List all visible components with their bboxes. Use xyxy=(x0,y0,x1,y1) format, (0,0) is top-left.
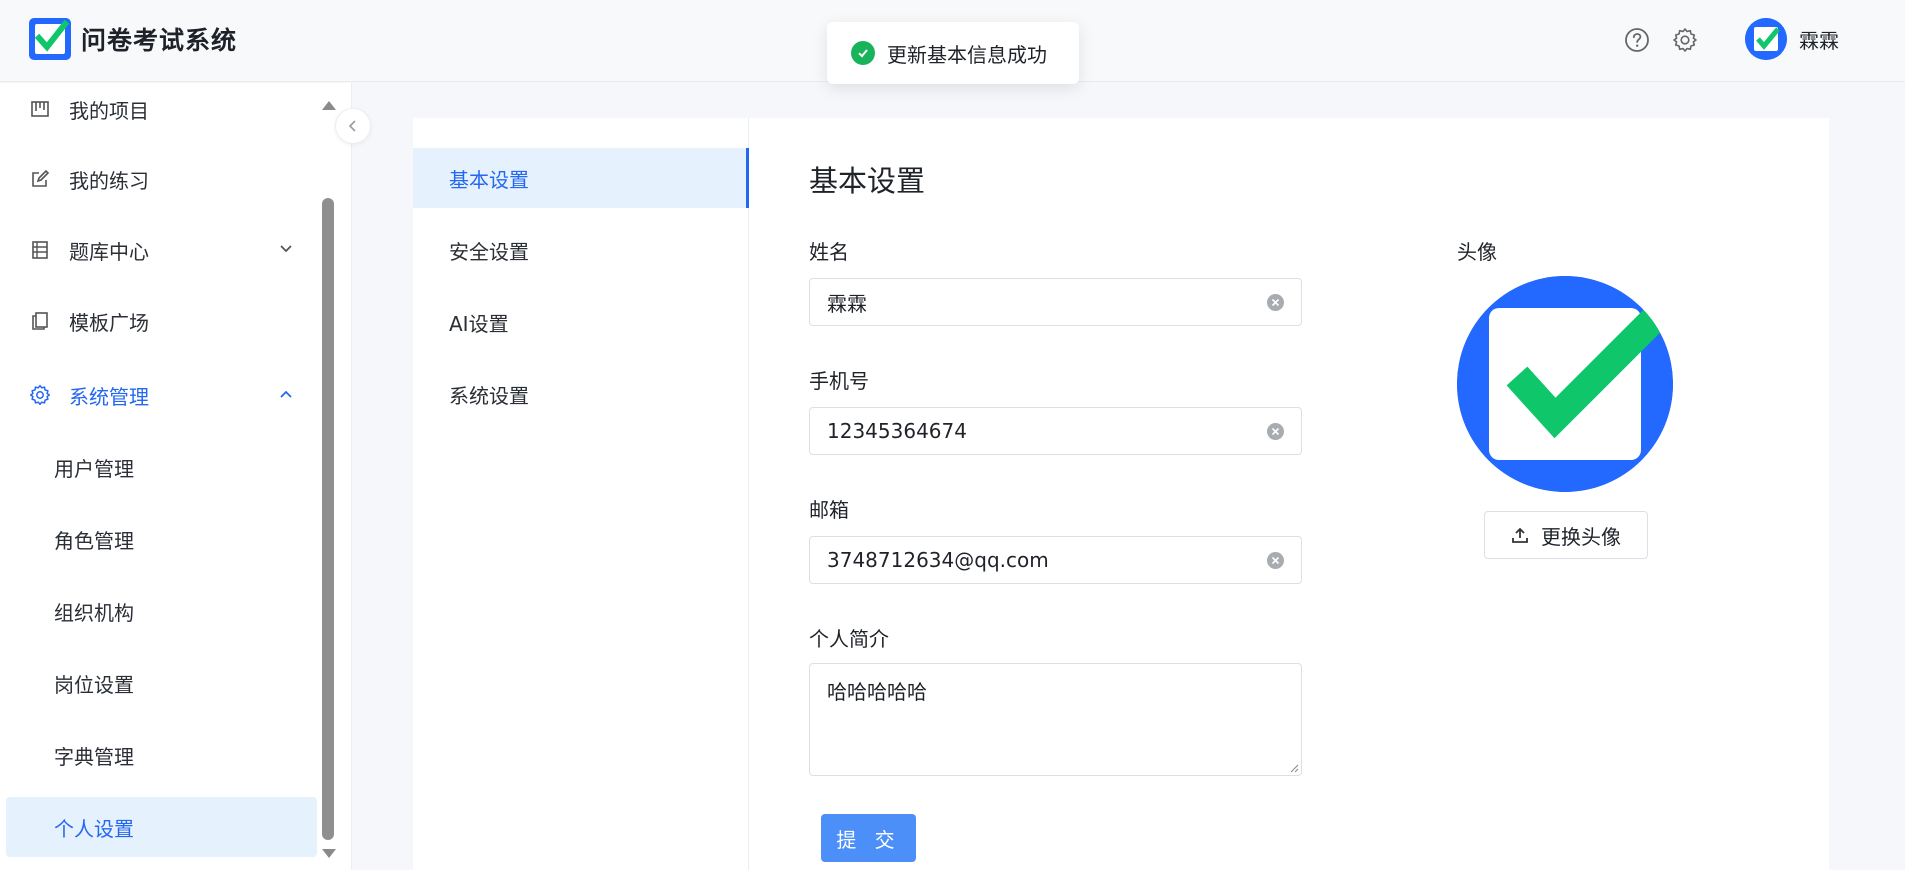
clear-icon[interactable] xyxy=(1267,552,1284,569)
sidebar-subitem-dictionary-management[interactable]: 字典管理 xyxy=(6,725,317,785)
chevron-up-icon xyxy=(280,390,292,398)
user-name: 霖霖 xyxy=(1799,28,1839,53)
sidebar-item-label: 我的项目 xyxy=(69,98,149,123)
email-field[interactable]: 3748712634@qq.com xyxy=(809,536,1302,584)
gear-icon[interactable] xyxy=(1672,27,1698,53)
settings-card: 基本设置 安全设置 AI设置 系统设置 基本设置 姓名 霖霖 手机号 12345… xyxy=(413,118,1829,870)
sidebar-subitem-organization[interactable]: 组织机构 xyxy=(6,581,317,641)
change-avatar-label: 更换头像 xyxy=(1541,524,1621,549)
avatar xyxy=(1745,18,1787,60)
scrollbar-thumb[interactable] xyxy=(322,198,334,840)
user-menu[interactable]: 霖霖 xyxy=(1745,18,1839,60)
tab-security-settings[interactable]: 安全设置 xyxy=(413,220,749,280)
app-logo-icon xyxy=(29,18,71,60)
tab-basic-settings[interactable]: 基本设置 xyxy=(413,148,749,208)
scroll-down-arrow-icon[interactable] xyxy=(322,849,336,858)
phone-field[interactable]: 12345364674 xyxy=(809,407,1302,455)
clear-icon[interactable] xyxy=(1267,294,1284,311)
sidebar-item-label: 模板广场 xyxy=(69,310,149,335)
avatar-label: 头像 xyxy=(1457,240,1497,264)
sidebar-item-my-practice[interactable]: 我的练习 xyxy=(6,149,317,209)
sidebar-item-question-bank[interactable]: 题库中心 xyxy=(6,220,317,280)
page-title: 基本设置 xyxy=(809,164,926,198)
sidebar-subitem-position-settings[interactable]: 岗位设置 xyxy=(6,653,317,713)
sidebar-item-my-projects[interactable]: 我的项目 xyxy=(6,83,317,139)
scroll-up-arrow-icon[interactable] xyxy=(322,101,336,110)
template-copy-icon xyxy=(28,309,52,333)
tab-ai-settings[interactable]: AI设置 xyxy=(413,292,749,352)
change-avatar-button[interactable]: 更换头像 xyxy=(1484,511,1648,559)
bio-label: 个人简介 xyxy=(809,627,889,651)
bio-textarea[interactable]: 哈哈哈哈哈 xyxy=(809,663,1302,776)
profile-avatar xyxy=(1457,276,1673,492)
success-toast: 更新基本信息成功 xyxy=(827,22,1079,84)
phone-label: 手机号 xyxy=(809,369,869,393)
resize-handle-icon[interactable] xyxy=(1289,763,1299,773)
sidebar-item-label: 题库中心 xyxy=(69,239,149,264)
sidebar-subitem-personal-settings[interactable]: 个人设置 xyxy=(6,797,317,857)
edit-square-icon xyxy=(28,167,52,191)
bio-value: 哈哈哈哈哈 xyxy=(827,680,927,704)
sidebar-subitem-user-management[interactable]: 用户管理 xyxy=(6,437,317,497)
tab-system-settings[interactable]: 系统设置 xyxy=(413,364,749,424)
name-field[interactable]: 霖霖 xyxy=(809,278,1302,326)
sidebar-item-label: 系统管理 xyxy=(69,384,149,409)
settings-tabs: 基本设置 安全设置 AI设置 系统设置 xyxy=(413,118,749,870)
collapse-sidebar-button[interactable] xyxy=(335,108,371,144)
email-label: 邮箱 xyxy=(809,498,849,522)
sidebar-item-label: 我的练习 xyxy=(69,168,149,193)
sidebar-item-system-management[interactable]: 系统管理 xyxy=(6,365,317,425)
chevron-left-icon xyxy=(348,120,356,132)
submit-button[interactable]: 提 交 xyxy=(821,814,916,862)
sidebar-subitem-role-management[interactable]: 角色管理 xyxy=(6,509,317,569)
chevron-down-icon xyxy=(280,245,292,253)
name-label: 姓名 xyxy=(809,240,849,264)
question-circle-icon[interactable] xyxy=(1624,27,1650,53)
email-value: 3748712634@qq.com xyxy=(827,548,1049,572)
brand[interactable]: 问卷考试系统 xyxy=(29,18,237,60)
name-value: 霖霖 xyxy=(827,291,867,316)
sidebar-item-template-square[interactable]: 模板广场 xyxy=(6,291,317,351)
clear-icon[interactable] xyxy=(1267,423,1284,440)
question-bank-icon xyxy=(28,238,52,262)
sidebar: 我的项目 我的练习 题库中心 模板广场 系统管理 用户管理 角色管理 组织机构 … xyxy=(0,83,352,870)
phone-value: 12345364674 xyxy=(827,419,967,443)
sidebar-scrollbar[interactable] xyxy=(320,83,336,870)
toast-message: 更新基本信息成功 xyxy=(887,42,1047,67)
project-board-icon xyxy=(28,97,52,121)
upload-icon xyxy=(1512,527,1528,543)
app-title: 问卷考试系统 xyxy=(81,26,238,55)
gear-icon xyxy=(28,383,52,407)
success-check-icon xyxy=(851,41,875,65)
